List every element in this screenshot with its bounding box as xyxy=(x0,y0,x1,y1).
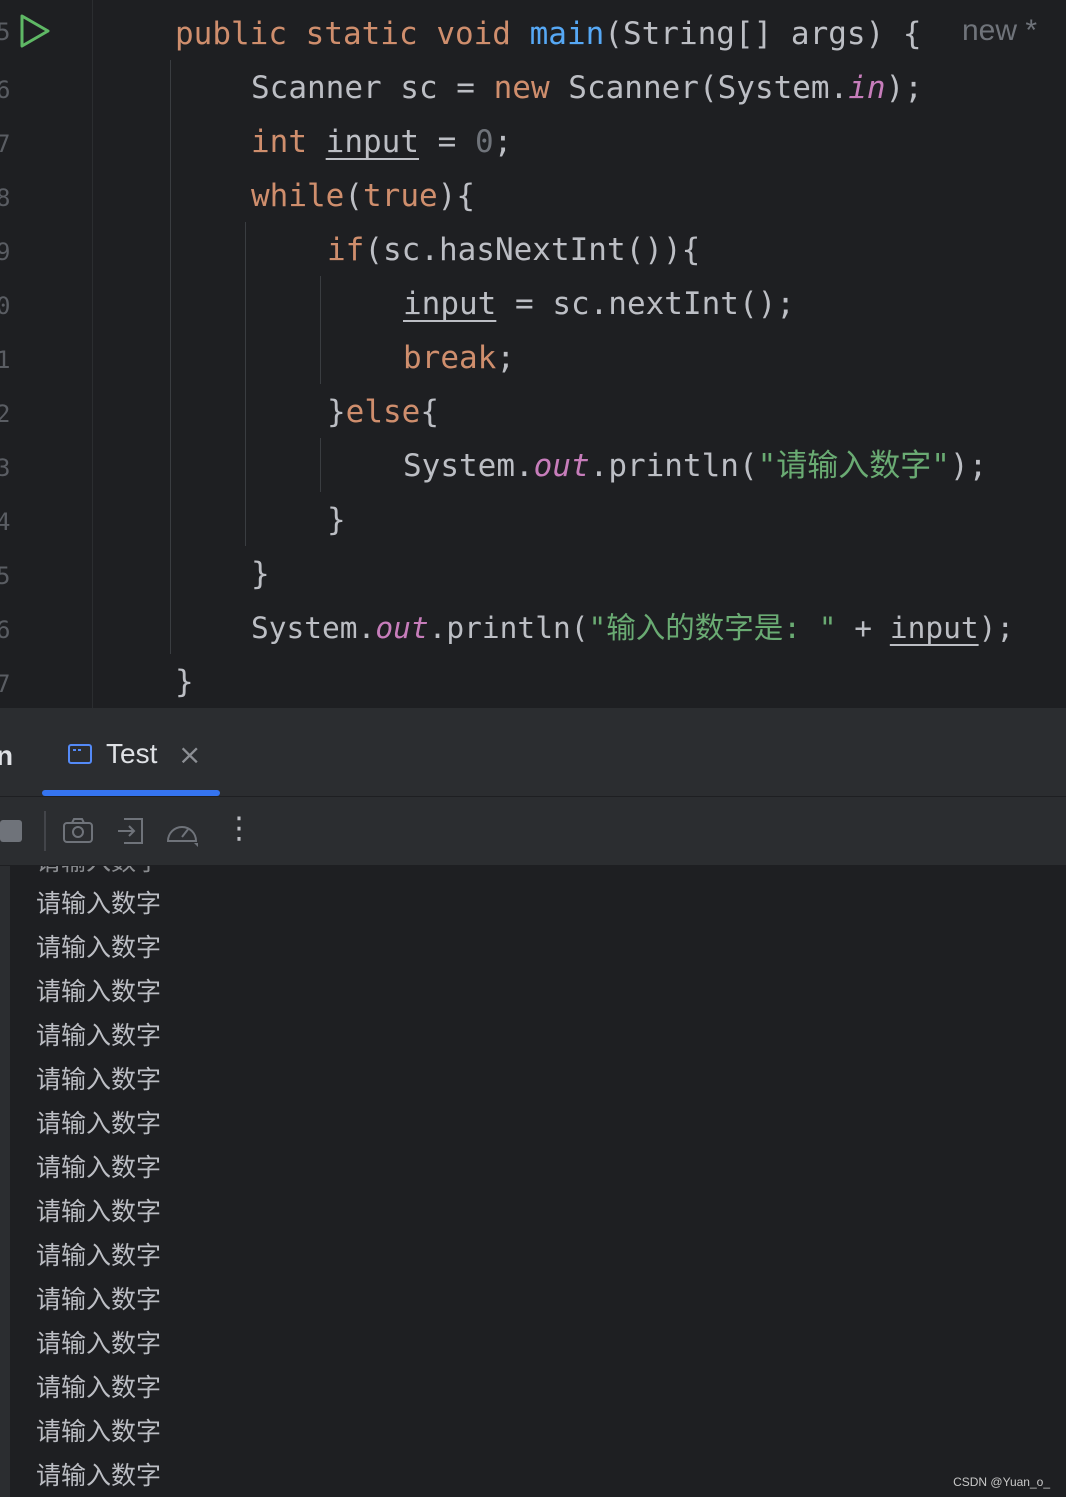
code-line[interactable]: public static void main(String[] args) { xyxy=(175,7,922,61)
static-field: out xyxy=(533,448,590,484)
panel-splitter[interactable] xyxy=(0,708,1066,716)
keyword: while xyxy=(251,178,345,214)
console-line: 请输入数字 xyxy=(36,1241,162,1270)
console-line: 请输入数字 xyxy=(36,866,161,878)
tab-test[interactable]: Test × xyxy=(42,716,220,796)
code-text: Scanner sc = xyxy=(251,70,494,106)
console-line: 请输入数字 xyxy=(36,1021,162,1050)
code-text: (sc.hasNextInt()){ xyxy=(364,232,701,268)
string-literal: "输入的数字是: " xyxy=(588,611,837,645)
code-text: .println( xyxy=(428,611,589,645)
console-line: 请输入数字 xyxy=(36,1153,162,1182)
close-icon[interactable]: × xyxy=(178,738,201,771)
keyword: new xyxy=(493,70,550,106)
code-text: (String[] args) { xyxy=(604,16,922,52)
code-text: = sc.nextInt(); xyxy=(496,286,795,322)
keyword: void xyxy=(436,16,511,52)
variable: input xyxy=(403,286,497,322)
code-text: = xyxy=(419,124,475,160)
console-line: 请输入数字 xyxy=(36,1197,162,1226)
tab-run-fragment[interactable]: n xyxy=(0,740,13,772)
static-field: out xyxy=(375,611,429,645)
code-line[interactable]: input = sc.nextInt(); xyxy=(403,277,795,331)
console-line: 请输入数字 xyxy=(36,1417,162,1446)
code-text: ; xyxy=(496,340,515,376)
code-text: } xyxy=(175,664,194,700)
code-text: ); xyxy=(978,611,1015,645)
code-text: } xyxy=(327,394,346,430)
more-options-icon[interactable]: ⋮ xyxy=(224,811,254,846)
console-line: 请输入数字 xyxy=(36,977,162,1006)
code-text: ( xyxy=(344,178,363,214)
number-literal: 0 xyxy=(475,124,494,160)
run-tool-window-tabs: n Test × xyxy=(0,716,1066,797)
console-line: 请输入数字 xyxy=(36,1065,162,1094)
keyword: break xyxy=(403,340,497,376)
code-text: + xyxy=(836,611,890,645)
variable: input xyxy=(889,611,979,645)
console-line: 请输入数字 xyxy=(36,889,162,918)
code-text: } xyxy=(327,502,346,538)
code-line[interactable]: System.out.println("输入的数字是: " + input); xyxy=(251,601,1014,655)
code-text: { xyxy=(420,394,439,430)
code-line[interactable]: } xyxy=(327,493,346,547)
active-tab-indicator xyxy=(42,790,220,796)
console-gutter xyxy=(0,866,10,1497)
code-text: System. xyxy=(251,611,376,645)
console-line: 请输入数字 xyxy=(36,1329,162,1358)
code-text: ); xyxy=(949,448,988,484)
keyword: public xyxy=(175,16,287,52)
code-editor[interactable]: 5 6 7 8 9 0 1 2 3 4 5 6 7 public static … xyxy=(0,0,1066,708)
code-line[interactable]: } xyxy=(251,547,270,601)
toolbar-divider xyxy=(44,811,46,851)
console-line: 请输入数字 xyxy=(36,1461,162,1490)
keyword: if xyxy=(327,232,365,268)
run-toolbar: ⋮ xyxy=(0,797,1066,865)
camera-icon[interactable] xyxy=(60,813,96,849)
console-line: 请输入数字 xyxy=(36,1373,162,1402)
code-text: System. xyxy=(403,448,534,484)
code-line[interactable]: int input = 0; xyxy=(251,115,512,169)
code-text: Scanner(System. xyxy=(549,70,849,106)
code-area[interactable]: public static void main(String[] args) {… xyxy=(0,0,1066,708)
console-icon xyxy=(68,744,92,764)
code-line[interactable]: System.out.println("请输入数字"); xyxy=(403,439,987,493)
code-line[interactable]: }else{ xyxy=(327,385,439,439)
code-line[interactable]: while(true){ xyxy=(251,169,475,223)
code-text: ){ xyxy=(437,178,475,214)
code-line[interactable]: Scanner sc = new Scanner(System.in); xyxy=(251,61,923,115)
keyword: true xyxy=(363,178,438,214)
tab-label: Test xyxy=(106,738,158,769)
code-text: } xyxy=(251,556,270,592)
keyword: int xyxy=(251,124,307,160)
console-output[interactable]: 请输入数字 请输入数字 请输入数字 请输入数字 请输入数字 请输入数字 请输入数… xyxy=(0,866,1066,1497)
profiler-icon[interactable] xyxy=(164,813,200,849)
watermark: CSDN @Yuan_o_ xyxy=(953,1475,1050,1489)
string-literal: "请输入数字" xyxy=(757,448,950,484)
import-icon[interactable] xyxy=(114,813,150,849)
method-name: main xyxy=(529,16,605,52)
keyword: else xyxy=(345,394,421,430)
console-line: 请输入数字 xyxy=(36,933,162,962)
code-text: ; xyxy=(493,124,513,160)
author-hint[interactable]: new * xyxy=(962,14,1037,48)
code-text: ); xyxy=(885,70,923,106)
code-text: .println( xyxy=(589,448,758,484)
stop-icon[interactable] xyxy=(0,813,30,849)
console-line: 请输入数字 xyxy=(36,1285,162,1314)
keyword: static xyxy=(305,16,418,52)
code-line[interactable]: } xyxy=(175,655,194,709)
console-line: 请输入数字 xyxy=(36,1109,162,1138)
code-line[interactable]: break; xyxy=(403,331,515,385)
static-field: in xyxy=(848,70,886,106)
variable: input xyxy=(325,124,419,160)
code-line[interactable]: if(sc.hasNextInt()){ xyxy=(327,223,700,277)
